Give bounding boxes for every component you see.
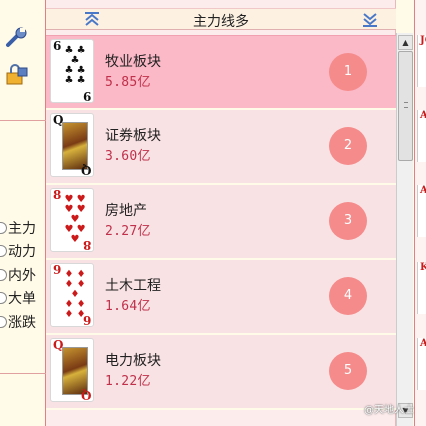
card-rank-bottom: Q (80, 163, 91, 177)
list-item[interactable]: Q Q 电力板块 1.22亿 5 (46, 335, 396, 410)
option-radio[interactable]: 内外 (0, 263, 46, 287)
sector-list: 6 ♣ ♣ ♣ ♣ ♣ ♣ ♣ 9 牧业板块 5.85亿 1 Q Q 证券板块 3.60亿 2 8 ♥ … (46, 35, 396, 410)
list-header: 主力线多 (46, 8, 396, 30)
sector-name: 电力板块 (105, 353, 161, 369)
left-toolbar-panel: 主力动力内外大单涨跌 (0, 0, 46, 426)
sector-name: 牧业板块 (105, 54, 161, 70)
sector-name: 证券板块 (105, 128, 161, 144)
inflow-value: 5.85亿 (105, 75, 151, 90)
double-chevron-down-icon[interactable] (362, 12, 378, 27)
partial-card: A (417, 110, 426, 162)
option-label: 内外 (8, 267, 36, 284)
radio-circle-icon (0, 292, 7, 305)
option-radio[interactable]: 涨跌 (0, 310, 46, 334)
rank-badge: 1 (329, 53, 367, 91)
playing-card-icon: QQ (50, 338, 94, 402)
option-list: 主力动力内外大单涨跌 (0, 216, 46, 334)
radio-circle-icon (0, 221, 7, 234)
option-radio[interactable]: 大单 (0, 287, 46, 311)
partial-card: A (417, 185, 426, 237)
option-radio[interactable]: 动力 (0, 240, 46, 264)
playing-card-icon: 6 ♣ ♣ ♣ ♣ ♣ ♣ ♣ 9 (50, 39, 94, 103)
rank-badge: 4 (329, 277, 367, 315)
option-label: 大单 (8, 291, 36, 308)
rank-badge: 3 (329, 202, 367, 240)
wrench-icon[interactable] (5, 27, 29, 49)
partial-card: K (417, 262, 426, 314)
playing-card-icon: QQ (50, 113, 94, 177)
inflow-value: 1.64亿 (105, 299, 151, 314)
option-label: 动力 (8, 244, 36, 261)
lock-icon[interactable] (5, 64, 29, 86)
list-item[interactable]: 9 ♦ ♦ ♦ ♦ ♦ ♦ ♦ ♦ ♦ 6 土木工程 1.64亿 4 (46, 260, 396, 335)
list-item[interactable]: 6 ♣ ♣ ♣ ♣ ♣ ♣ ♣ 9 牧业板块 5.85亿 1 (46, 35, 396, 110)
rank-badge: 5 (329, 352, 367, 390)
rank-badge: 2 (329, 127, 367, 165)
divider (0, 373, 46, 374)
inflow-value: 1.22亿 (105, 374, 151, 389)
divider (0, 120, 46, 121)
inflow-value: 2.27亿 (105, 224, 151, 239)
playing-card-icon: 8 ♥ ♥ ♥ ♥ ♥ ♥ ♥ ♥ 8 (50, 188, 94, 252)
list-item[interactable]: Q Q 证券板块 3.60亿 2 (46, 110, 396, 185)
radio-circle-icon (0, 315, 7, 328)
scroll-thumb[interactable] (398, 51, 413, 161)
card-rank-bottom: 6 (82, 313, 91, 327)
option-radio[interactable]: 主力 (0, 216, 46, 240)
option-label: 涨跌 (8, 314, 36, 331)
inflow-value: 3.60亿 (105, 149, 151, 164)
right-card-panel: JOKERAAKA (414, 0, 426, 426)
ranking-list-panel: 主力线多 6 ♣ ♣ ♣ ♣ ♣ ♣ ♣ 9 牧业板块 5.85亿 1 Q Q 证券板块 3.60… (46, 0, 396, 426)
card-rank-bottom: 8 (82, 238, 91, 252)
card-rank-bottom: Q (80, 388, 91, 402)
partial-card: A (417, 338, 426, 390)
sector-name: 房地产 (105, 203, 147, 219)
watermark: @天地人士 (364, 405, 414, 416)
app-window: { "header": { "title": "主力线多" }, "rows":… (0, 0, 426, 426)
card-rank-bottom: 9 (82, 89, 91, 103)
list-item[interactable]: 8 ♥ ♥ ♥ ♥ ♥ ♥ ♥ ♥ 8 房地产 2.27亿 3 (46, 185, 396, 260)
grip-icon (404, 102, 408, 108)
radio-circle-icon (0, 245, 7, 258)
vertical-scrollbar[interactable]: ▲ ▼ (396, 33, 413, 426)
list-title: 主力线多 (193, 14, 249, 30)
radio-circle-icon (0, 268, 7, 281)
playing-card-icon: 9 ♦ ♦ ♦ ♦ ♦ ♦ ♦ ♦ ♦ 6 (50, 263, 94, 327)
option-label: 主力 (8, 220, 36, 237)
sector-name: 土木工程 (105, 278, 161, 294)
scroll-up-button[interactable]: ▲ (398, 35, 413, 50)
partial-card: JOKER (417, 35, 426, 87)
